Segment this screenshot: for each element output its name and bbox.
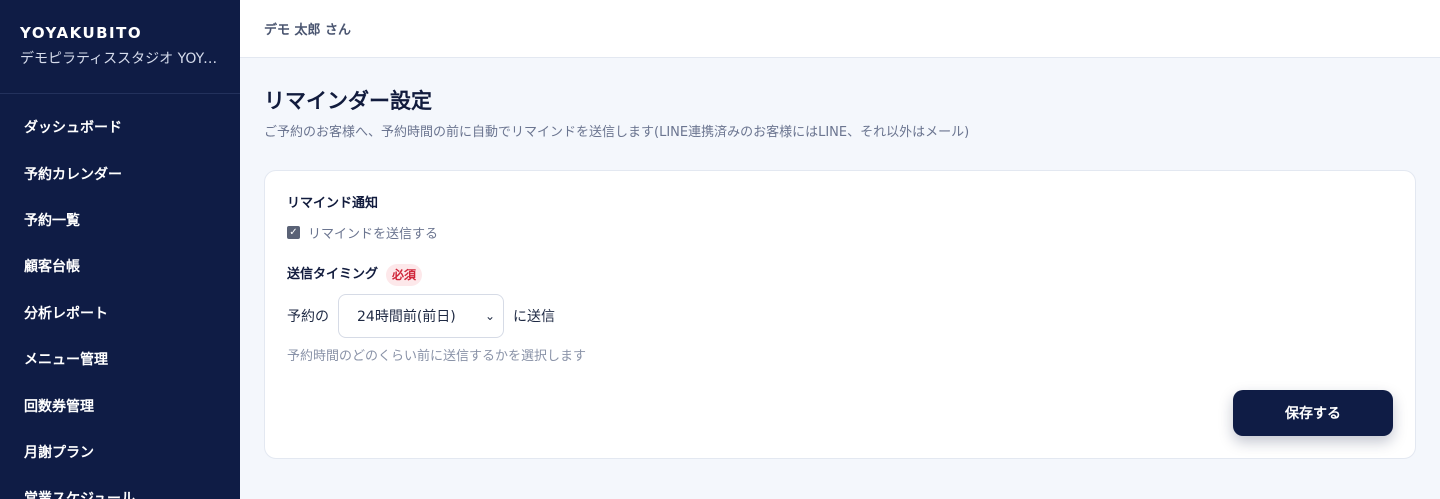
timing-label: 送信タイミング	[287, 267, 379, 282]
sidebar-item-label: 顧客台帳	[24, 259, 80, 276]
brand-name: YOYAKUBITO	[20, 24, 143, 42]
brand-block: YOYAKUBITO デモピラティススタジオ YOYAKUBITO	[0, 0, 240, 94]
sidebar-item-monthly-plan[interactable]: 月謝プラン	[0, 429, 240, 475]
sidebar-item-menu[interactable]: メニュー管理	[0, 336, 240, 382]
timing-select-value: 24時間前(前日)	[357, 309, 456, 325]
timing-row: 予約の 24時間前(前日) ⌄ に送信	[287, 294, 1393, 338]
sidebar-item-booking-calendar[interactable]: 予約カレンダー	[0, 150, 240, 196]
sidebar-item-label: 分析レポート	[24, 305, 108, 322]
check-icon: ✓	[289, 226, 298, 238]
timing-suffix: に送信	[513, 309, 555, 325]
sidebar-item-label: 予約一覧	[24, 212, 80, 229]
main-content: リマインダー設定 ご予約のお客様へ、予約時間の前に自動でリマインドを送信します(…	[240, 58, 1440, 499]
sidebar-nav: ダッシュボード 予約カレンダー 予約一覧 顧客台帳 分析レポート メニュー管理 …	[0, 94, 240, 499]
settings-card: リマインド通知 ✓ リマインドを送信する 送信タイミング 必須 予約の 24時間…	[264, 170, 1416, 459]
studio-name: デモピラティススタジオ YOYAKUBITO	[20, 51, 224, 67]
sidebar-item-label: 営業スケジュール	[24, 488, 135, 499]
sidebar: YOYAKUBITO デモピラティススタジオ YOYAKUBITO ダッシュボー…	[0, 0, 240, 499]
timing-help-text: 予約時間のどのくらい前に送信するかを選択します	[287, 349, 587, 364]
save-button[interactable]: 保存する	[1233, 390, 1393, 436]
reminder-checkbox-label: リマインドを送信する	[308, 227, 439, 242]
reminder-checkbox[interactable]: ✓	[287, 226, 300, 239]
sidebar-item-label: 回数券管理	[24, 398, 94, 415]
sidebar-item-customers[interactable]: 顧客台帳	[0, 243, 240, 289]
sidebar-item-dashboard[interactable]: ダッシュボード	[0, 104, 240, 150]
page-title: リマインダー設定	[264, 89, 432, 113]
required-badge: 必須	[386, 264, 423, 286]
reminder-label: リマインド通知	[287, 196, 379, 211]
chevron-down-icon: ⌄	[484, 309, 495, 323]
reminder-checkbox-row[interactable]: ✓ リマインドを送信する	[287, 223, 1393, 242]
sidebar-item-label: 月謝プラン	[24, 444, 94, 461]
user-name: デモ 太郎 さん	[264, 23, 352, 38]
sidebar-item-booking-list[interactable]: 予約一覧	[0, 197, 240, 243]
timing-prefix: 予約の	[287, 309, 329, 325]
sidebar-item-schedule[interactable]: 営業スケジュール	[0, 475, 240, 499]
top-bar: デモ 太郎 さん	[240, 0, 1440, 58]
timing-select[interactable]: 24時間前(前日) ⌄	[338, 294, 504, 338]
sidebar-item-label: メニュー管理	[24, 352, 108, 369]
sidebar-item-reports[interactable]: 分析レポート	[0, 290, 240, 336]
sidebar-item-label: ダッシュボード	[24, 120, 122, 137]
page-description: ご予約のお客様へ、予約時間の前に自動でリマインドを送信します(LINE連携済みの…	[264, 125, 970, 140]
sidebar-item-tickets[interactable]: 回数券管理	[0, 382, 240, 428]
timing-label-row: 送信タイミング 必須	[287, 264, 1393, 286]
sidebar-item-label: 予約カレンダー	[24, 166, 122, 183]
